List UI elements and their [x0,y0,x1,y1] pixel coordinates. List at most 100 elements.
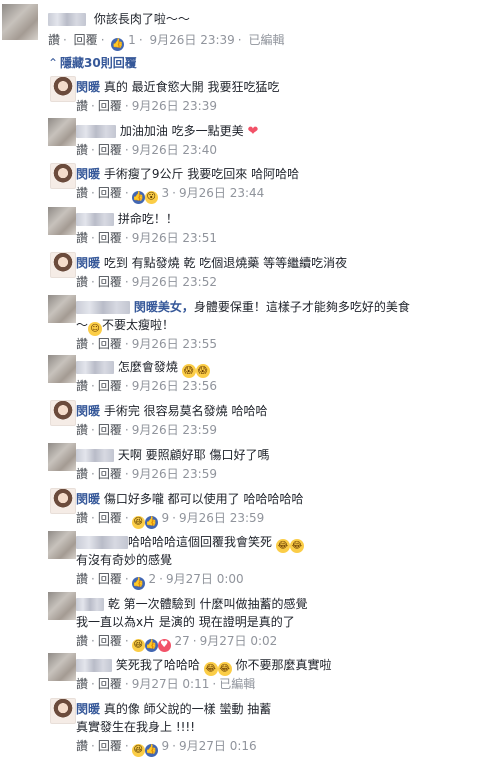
hide-replies-toggle[interactable]: ⌃ 隱藏30則回覆 [48,54,137,71]
avatar[interactable] [50,400,76,426]
like-button[interactable]: 讚 [76,572,88,586]
reply-text-line-2: ～ ☺ 不要太瘦啦！ [76,318,175,336]
reply-text-line: 拼命吃！！ [76,210,178,227]
avatar[interactable] [50,252,76,278]
haha-reaction-icon[interactable]: 😆 [131,639,145,652]
timestamp[interactable]: 9月26日 23:59 [132,467,217,481]
like-button[interactable]: 讚 [76,143,88,157]
timestamp[interactable]: 9月26日 23:40 [132,143,217,157]
like-reaction-icon[interactable]: 👍 [131,577,145,590]
avatar[interactable] [50,163,76,189]
like-reaction-icon[interactable]: 👍 [111,38,125,51]
reply-actions: 讚 · 回覆 · 👍 😮 3 · 9月26日 23:44 [76,184,264,204]
avatar[interactable] [48,653,76,681]
reply-button[interactable]: 回覆 [74,33,98,47]
reaction-count[interactable]: 2 [149,572,157,586]
reply-button[interactable]: 回覆 [98,572,122,586]
timestamp[interactable]: 9月26日 23:55 [132,337,217,351]
like-button[interactable]: 讚 [76,677,88,691]
avatar[interactable] [48,118,76,146]
avatar[interactable] [50,698,76,724]
timestamp[interactable]: 9月26日 23:59 [132,423,217,437]
commenter-name[interactable]: 閔暖 [76,167,100,181]
reply-actions: 讚 · 回覆 · 😆 👍 9 · 9月26日 23:59 [76,509,264,529]
reply-button[interactable]: 回覆 [98,275,122,289]
separator: · [138,33,143,47]
timestamp[interactable]: 9月26日 23:52 [132,275,217,289]
commenter-name[interactable]: 閔暖 [76,256,100,270]
reply-actions: 讚 · 回覆 · 9月26日 23:55 [76,335,217,352]
timestamp[interactable]: 9月26日 23:59 [179,511,264,525]
haha-reaction-icon[interactable]: 😆 [131,516,145,529]
reply-button[interactable]: 回覆 [98,143,122,157]
reply-button[interactable]: 回覆 [98,467,122,481]
like-button[interactable]: 讚 [76,275,88,289]
avatar[interactable] [50,76,76,102]
reply-button[interactable]: 回覆 [98,99,122,113]
comment-text: 你該長肉了啦～～ [93,12,190,26]
reaction-count[interactable]: 9 [162,511,170,525]
reply-button[interactable]: 回覆 [98,634,122,648]
timestamp[interactable]: 9月27日 0:00 [166,572,244,586]
love-reaction-icon[interactable]: ♥ [157,639,171,652]
avatar[interactable] [2,4,38,40]
avatar[interactable] [48,531,76,559]
reply-text-line: 天啊 要照顧好耶 傷口好了嗎 [76,446,269,463]
reply-button[interactable]: 回覆 [98,677,122,691]
like-reaction-icon[interactable]: 👍 [144,516,158,529]
avatar[interactable] [48,355,76,383]
like-reaction-icon[interactable]: 👍 [144,744,158,757]
edited-label[interactable]: 已編輯 [219,677,255,691]
like-button[interactable]: 讚 [48,33,60,47]
avatar[interactable] [48,207,76,235]
timestamp[interactable]: 9月26日 23:44 [179,186,264,200]
edited-label[interactable]: 已編輯 [248,33,284,47]
like-button[interactable]: 讚 [76,423,88,437]
timestamp[interactable]: 9月27日 0:16 [179,739,257,753]
avatar[interactable] [48,592,76,620]
commenter-name[interactable]: 閔暖 [76,702,100,716]
timestamp[interactable]: 9月27日 0:02 [200,634,278,648]
reply-button[interactable]: 回覆 [98,511,122,525]
reaction-count[interactable]: 27 [175,634,190,648]
blurred-name [76,659,112,672]
reply-button[interactable]: 回覆 [98,186,122,200]
reply-button[interactable]: 回覆 [98,337,122,351]
reply-button[interactable]: 回覆 [98,231,122,245]
timestamp[interactable]: 9月26日 23:56 [132,379,217,393]
timestamp[interactable]: 9月26日 23:39 [149,33,234,47]
timestamp[interactable]: 9月26日 23:51 [132,231,217,245]
commenter-name[interactable]: 閔暖 [76,404,100,418]
reaction-count[interactable]: 1 [128,33,136,47]
timestamp[interactable]: 9月26日 23:39 [132,99,217,113]
like-button[interactable]: 讚 [76,99,88,113]
reply-actions: 讚 · 回覆 · 9月26日 23:59 [76,465,217,482]
like-reaction-icon[interactable]: 👍 [144,639,158,652]
like-button[interactable]: 讚 [76,186,88,200]
wow-reaction-icon[interactable]: 😮 [144,191,158,204]
reply-actions: 讚 · 回覆 · 9月26日 23:51 [76,229,217,246]
reaction-count[interactable]: 9 [162,739,170,753]
like-button[interactable]: 讚 [76,467,88,481]
haha-reaction-icon[interactable]: 😆 [131,744,145,757]
separator: · [124,739,129,753]
like-button[interactable]: 讚 [76,379,88,393]
commenter-name[interactable]: 閔暖 [76,492,100,506]
avatar[interactable] [48,295,76,323]
commenter-name[interactable]: 閔暖 [76,80,100,94]
timestamp[interactable]: 9月27日 0:11 [132,677,210,691]
like-reaction-icon[interactable]: 👍 [131,191,145,204]
like-button[interactable]: 讚 [76,634,88,648]
mentioned-name[interactable]: 閔暖美女， [134,300,194,314]
avatar[interactable] [50,488,76,514]
reaction-count[interactable]: 3 [162,186,170,200]
like-button[interactable]: 讚 [76,739,88,753]
like-button[interactable]: 讚 [76,231,88,245]
avatar[interactable] [48,443,76,471]
reply-actions: 讚 · 回覆 · 👍 2 · 9月27日 0:00 [76,570,244,590]
like-button[interactable]: 讚 [76,337,88,351]
like-button[interactable]: 讚 [76,511,88,525]
reply-button[interactable]: 回覆 [98,739,122,753]
reply-button[interactable]: 回覆 [98,423,122,437]
reply-button[interactable]: 回覆 [98,379,122,393]
